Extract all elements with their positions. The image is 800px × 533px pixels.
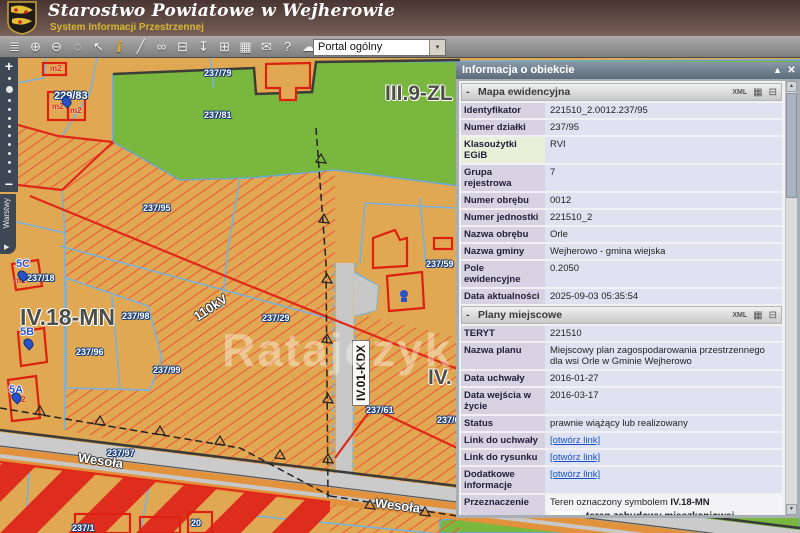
- map-zoom-out-button[interactable]: −: [5, 176, 13, 192]
- table-row: Klasoużytki EGiBRVI: [461, 137, 782, 163]
- parcel-label: 237/95: [143, 203, 171, 213]
- open-resolution-link[interactable]: [otwórz link]: [550, 435, 600, 446]
- parcel-label: 237/99: [153, 365, 181, 375]
- copy-icon[interactable]: ⊞: [214, 38, 235, 56]
- chevron-right-icon: ▶: [4, 243, 9, 251]
- parcel-label: 237/1: [72, 523, 95, 533]
- xml-export-icon[interactable]: XML: [732, 312, 747, 319]
- zone-label: III.9-ZL: [385, 82, 453, 106]
- table-row: Grupa rejestrowa7: [461, 165, 782, 191]
- unit-label: m2: [70, 106, 82, 115]
- layers-panel-tab[interactable]: Warstwy ▶: [0, 194, 16, 254]
- print-icon[interactable]: ⊟: [172, 38, 193, 56]
- zone-label: IV.18-MN: [20, 304, 115, 331]
- coat-of-arms-logo: [7, 1, 37, 35]
- additional-info-link[interactable]: [otwórz link]: [550, 469, 600, 480]
- scroll-up-arrow[interactable]: ▲: [786, 81, 797, 92]
- measure-icon[interactable]: ╱: [130, 38, 151, 56]
- destination-content: Teren oznaczony symbolem IV.18-MN MN ter…: [545, 495, 782, 518]
- layers-tab-label: Warstwy: [2, 198, 11, 228]
- pointer-icon[interactable]: ↖: [88, 38, 109, 56]
- help-icon[interactable]: ?: [277, 38, 298, 56]
- app-title: Starostwo Powiatowe w Wejherowie: [48, 1, 395, 21]
- map-zoombar: + −: [0, 58, 18, 192]
- destination-row: Przeznaczenie Teren oznaczony symbolem I…: [461, 495, 782, 518]
- section-header-mapa-ewidencyjna[interactable]: - Mapa ewidencyjna XML ▦ ⊟: [461, 83, 782, 101]
- open-drawing-link[interactable]: [otwórz link]: [550, 452, 600, 463]
- parcel-label: 237/29: [262, 313, 290, 323]
- parcel-label: 237/81: [204, 110, 232, 120]
- zoom-out-icon[interactable]: ⊖: [46, 38, 67, 56]
- print-section-icon[interactable]: ⊟: [769, 310, 777, 321]
- portal-select-value: Portal ogólny: [318, 41, 382, 53]
- panel-close-button[interactable]: ✕: [785, 62, 798, 79]
- zone-symbol-icon: MN: [550, 511, 580, 518]
- link-icon[interactable]: ∞: [151, 38, 172, 56]
- table-row: Numer obrębu0012: [461, 193, 782, 208]
- scrollbar-thumb[interactable]: [786, 93, 797, 198]
- destination-title: teren zabudowy mieszkaniowej jednorodzin…: [586, 511, 777, 518]
- chevron-down-icon: ▾: [429, 40, 445, 55]
- download-icon[interactable]: ↧: [193, 38, 214, 56]
- object-info-panel: Informacja o obiekcie ▲ ✕ - Mapa ewidenc…: [456, 62, 800, 518]
- panel-title: Informacja o obiekcie: [462, 64, 574, 76]
- parcel-label: 237/79: [204, 68, 232, 78]
- table-view-icon[interactable]: ▦: [753, 310, 762, 321]
- table-row: Nazwa obrębuOrle: [461, 227, 782, 242]
- panel-scrollbar[interactable]: ▲ ▼: [785, 81, 797, 515]
- app-subtitle: System Informacji Przestrzennej: [50, 22, 204, 33]
- section-title: Plany miejscowe: [478, 309, 562, 321]
- table-row: Link do uchwały[otwórz link]: [461, 433, 782, 448]
- portal-select[interactable]: Portal ogólny ▾: [313, 39, 446, 56]
- zoom-slider-handle[interactable]: [6, 86, 13, 93]
- table-row: Dodatkowe informacje[otwórz link]: [461, 467, 782, 493]
- select-area-icon[interactable]: ◌: [67, 38, 88, 56]
- table-row: Pole ewidencyjne0.2050: [461, 261, 782, 287]
- parcel-label: 20: [191, 518, 201, 528]
- panels-icon[interactable]: ▦: [235, 38, 256, 56]
- parcel-label: 237/98: [122, 311, 150, 321]
- table-row: TERYT221510: [461, 326, 782, 341]
- collapse-icon: -: [466, 309, 478, 321]
- table-row: Numer jednostki221510_2: [461, 210, 782, 225]
- zoom-slider[interactable]: [6, 74, 13, 176]
- table-row: Data aktualności2025-09-03 05:35:54: [461, 289, 782, 304]
- panel-minimize-button[interactable]: ▲: [771, 62, 784, 79]
- building-label: 5C: [16, 258, 30, 270]
- map-zoom-in-button[interactable]: +: [5, 58, 13, 74]
- layers-icon[interactable]: ≣: [4, 38, 25, 56]
- table-row: Numer działki237/95: [461, 120, 782, 135]
- panel-body: - Mapa ewidencyjna XML ▦ ⊟ Identyfikator…: [456, 79, 800, 518]
- table-row: Statusprawnie wiążący lub realizowany: [461, 416, 782, 431]
- building-label: 5B: [20, 326, 34, 338]
- parcel-label: 237/18: [27, 273, 55, 283]
- collapse-icon: -: [466, 86, 478, 98]
- table-row: Identyfikator221510_2.0012.237/95: [461, 103, 782, 118]
- app-header: Starostwo Powiatowe w Wejherowie System …: [0, 0, 800, 36]
- table-view-icon[interactable]: ▦: [753, 87, 762, 98]
- comment-icon[interactable]: ✉: [256, 38, 277, 56]
- table-row: Data wejścia w życie2016-03-17: [461, 388, 782, 414]
- unit-label: m2: [50, 64, 62, 73]
- print-section-icon[interactable]: ⊟: [769, 87, 777, 98]
- table-row: Nazwa gminyWejherowo - gmina wiejska: [461, 244, 782, 259]
- destination-intro: Teren oznaczony symbolem IV.18-MN: [550, 497, 777, 508]
- table-row: Nazwa planuMiejscowy plan zagospodarowan…: [461, 343, 782, 369]
- xml-export-icon[interactable]: XML: [732, 89, 747, 96]
- parcel-label: 237/59: [426, 259, 454, 269]
- zoom-in-icon[interactable]: ⊕: [25, 38, 46, 56]
- parcel-label: 237/61: [366, 405, 394, 415]
- parcel-label: 237/96: [76, 347, 104, 357]
- table-row: Data uchwały2016-01-27: [461, 371, 782, 386]
- main-toolbar: ≣ ⊕ ⊖ ◌ ↖ i ╱ ∞ ⊟ ↧ ⊞ ▦ ✉ ? ☁ ⚙ ⛁ ◭ Port…: [0, 36, 800, 58]
- info-icon[interactable]: i: [109, 38, 130, 56]
- section-title: Mapa ewidencyjna: [478, 86, 570, 98]
- scroll-down-arrow[interactable]: ▼: [786, 504, 797, 515]
- watermark: Ratajczyk: [222, 323, 452, 377]
- table-row: Link do rysunku[otwórz link]: [461, 450, 782, 465]
- section-header-plany-miejscowe[interactable]: - Plany miejscowe XML ▦ ⊟: [461, 306, 782, 324]
- panel-titlebar: Informacja o obiekcie ▲ ✕: [456, 62, 800, 79]
